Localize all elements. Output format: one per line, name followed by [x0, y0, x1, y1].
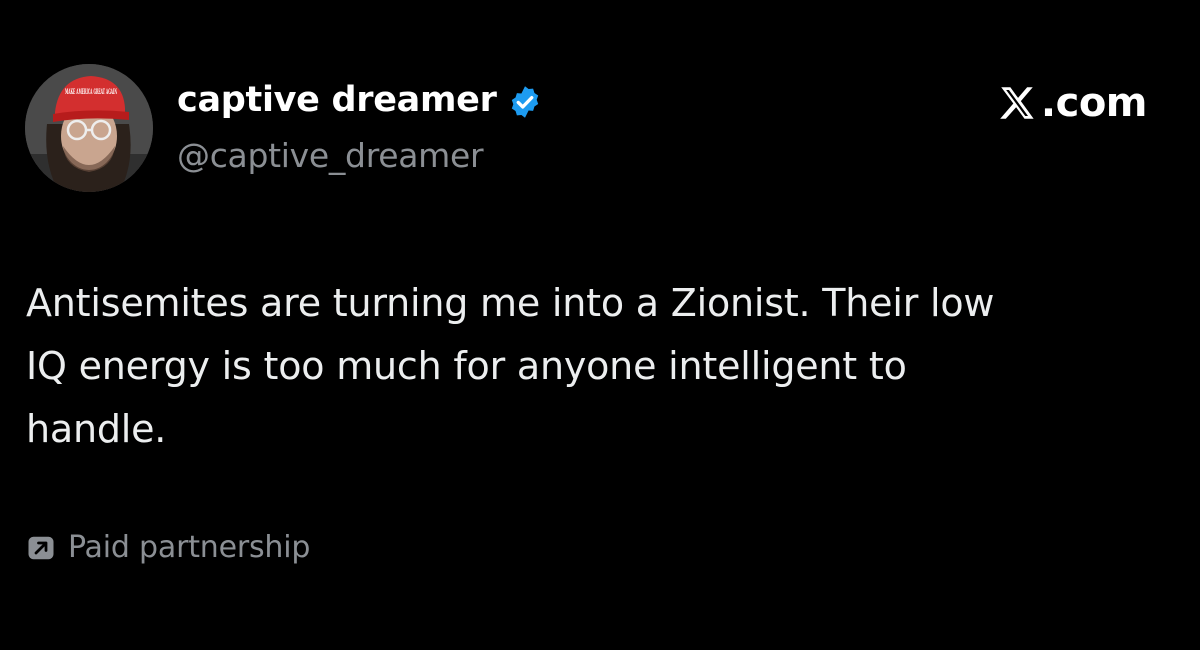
- tweet-text-line: handle.: [26, 407, 167, 451]
- tweet-text-line: IQ energy is too much for anyone intelli…: [26, 344, 907, 388]
- paid-partnership-text: Paid partnership: [68, 530, 311, 565]
- tweet-text: Antisemites are turning me into a Zionis…: [26, 272, 1176, 461]
- verified-badge-icon: [507, 84, 543, 120]
- tweet-screenshot: MAKE AMERICA GREAT AGAIN captive dreamer…: [0, 0, 1200, 650]
- tweet-text-line: Antisemites are turning me into a Zionis…: [26, 281, 995, 325]
- paid-partnership-label[interactable]: Paid partnership: [26, 526, 310, 570]
- x-logo-icon: [995, 82, 1039, 124]
- brand-domain-text: .com: [1040, 80, 1148, 126]
- author-handle[interactable]: @captive_dreamer: [177, 134, 484, 178]
- brand-watermark: .com: [995, 78, 1148, 128]
- display-name[interactable]: captive dreamer: [177, 78, 497, 122]
- author-name-row: captive dreamer: [177, 78, 543, 122]
- external-link-arrow-icon: [26, 533, 56, 563]
- user-avatar-red-cap-icon: MAKE AMERICA GREAT AGAIN: [25, 64, 153, 192]
- hat-text: MAKE AMERICA GREAT AGAIN: [65, 87, 117, 96]
- avatar[interactable]: MAKE AMERICA GREAT AGAIN: [25, 64, 153, 192]
